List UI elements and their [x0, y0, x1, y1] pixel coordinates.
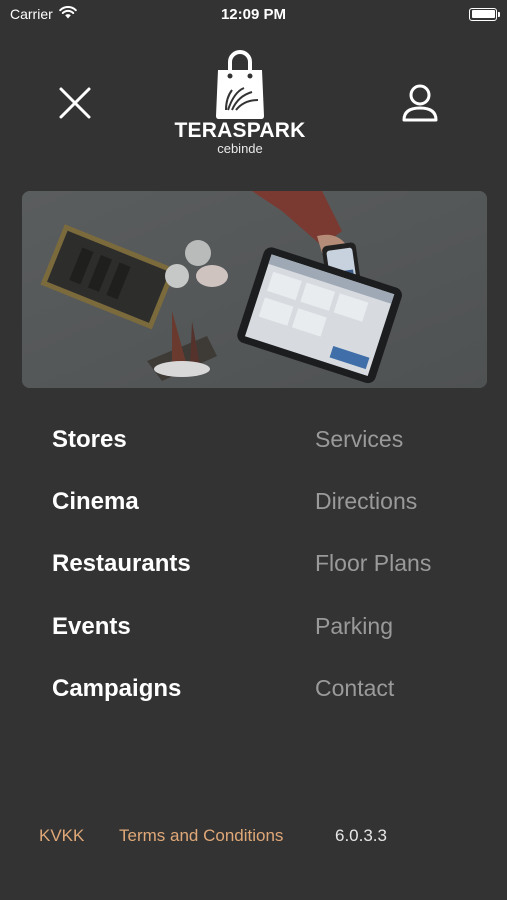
- user-icon: [402, 84, 438, 122]
- close-icon: [59, 87, 91, 119]
- menu-item-restaurants[interactable]: Restaurants: [52, 550, 191, 578]
- hero-image: [22, 191, 487, 388]
- menu-row: Cinema Directions: [0, 488, 507, 538]
- app-version: 6.0.3.3: [335, 826, 387, 845]
- menu-item-events[interactable]: Events: [52, 613, 131, 641]
- battery-icon: [469, 7, 500, 21]
- carrier-label: Carrier: [10, 6, 53, 22]
- teraspark-logo: TERASPARK cebinde: [170, 48, 310, 163]
- status-left: Carrier: [10, 6, 77, 22]
- wifi-icon: [58, 6, 77, 22]
- terms-link[interactable]: Terms and Conditions: [119, 826, 283, 846]
- logo-name: TERASPARK: [174, 119, 306, 142]
- hero-illustration: [22, 191, 487, 388]
- menu-item-cinema[interactable]: Cinema: [52, 488, 139, 516]
- menu-item-stores[interactable]: Stores: [52, 426, 127, 454]
- menu-item-directions[interactable]: Directions: [315, 488, 417, 515]
- menu-row: Events Parking: [0, 613, 507, 663]
- footer: KVKK Terms and Conditions 6.0.3.3: [0, 826, 507, 850]
- logo-subtitle: cebinde: [217, 141, 263, 156]
- menu-row: Stores Services: [0, 426, 507, 476]
- status-bar: Carrier 12:09 PM: [0, 0, 507, 28]
- profile-button[interactable]: [397, 80, 443, 126]
- header: TERASPARK cebinde: [0, 40, 507, 170]
- shopping-bag-icon: [216, 50, 264, 119]
- menu-item-parking[interactable]: Parking: [315, 613, 393, 640]
- menu-row: Campaigns Contact: [0, 675, 507, 725]
- menu-item-services[interactable]: Services: [315, 426, 403, 453]
- menu-item-floor-plans[interactable]: Floor Plans: [315, 550, 431, 577]
- menu-item-contact[interactable]: Contact: [315, 675, 394, 702]
- menu-row: Restaurants Floor Plans: [0, 550, 507, 600]
- menu-item-campaigns[interactable]: Campaigns: [52, 675, 181, 703]
- kvkk-link[interactable]: KVKK: [39, 826, 84, 846]
- close-button[interactable]: [52, 80, 98, 126]
